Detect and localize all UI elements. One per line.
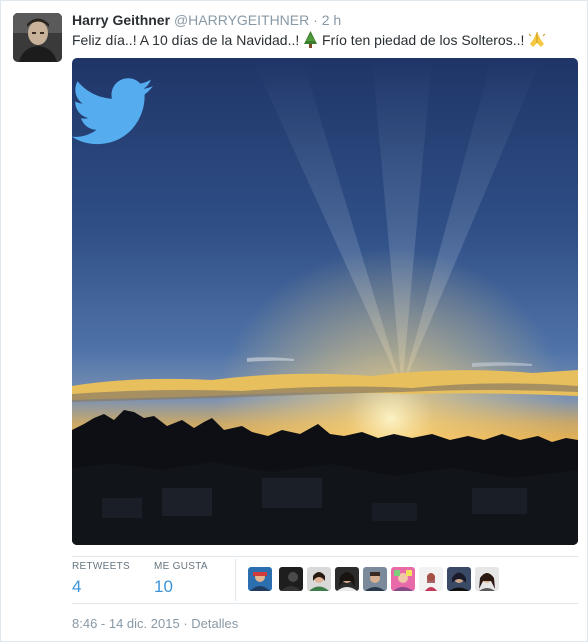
folded-hands-icon xyxy=(528,30,546,53)
tweet-stats: RETWEETS 4 ME GUSTA 10 xyxy=(72,556,578,604)
liker-avatar[interactable] xyxy=(279,567,303,591)
liker-avatar[interactable] xyxy=(307,567,331,591)
footer-separator: · xyxy=(183,616,188,631)
author-name[interactable]: Harry Geithner xyxy=(72,12,170,28)
twitter-bird-icon xyxy=(70,77,154,149)
liker-avatar[interactable] xyxy=(475,567,499,591)
tweet-text-part2: Frío ten piedad de los Solteros..! xyxy=(322,32,529,48)
liker-avatar[interactable] xyxy=(335,567,359,591)
liker-avatar[interactable] xyxy=(419,567,443,591)
liker-avatar[interactable] xyxy=(391,567,415,591)
tweet-footer: 8:46 - 14 dic. 2015 · Detalles xyxy=(72,615,238,633)
likes-count: 10 xyxy=(154,577,173,596)
retweets-stat[interactable]: RETWEETS 4 xyxy=(72,561,130,598)
header-separator: · xyxy=(313,12,318,28)
likes-label: ME GUSTA xyxy=(154,561,208,572)
author-avatar[interactable] xyxy=(13,13,62,62)
likes-stat[interactable]: ME GUSTA 10 xyxy=(154,561,208,598)
tweet-text: Feliz día..! A 10 días de la Navidad..! … xyxy=(72,30,577,53)
christmas-tree-icon xyxy=(303,31,318,53)
author-handle[interactable]: @HARRYGEITHNER xyxy=(174,12,309,28)
retweets-label: RETWEETS xyxy=(72,561,130,572)
tweet-text-part1: Feliz día..! A 10 días de la Navidad..! xyxy=(72,32,304,48)
retweets-count: 4 xyxy=(72,577,82,596)
tweet-timestamp[interactable]: 8:46 - 14 dic. 2015 xyxy=(72,616,180,631)
liker-avatar[interactable] xyxy=(363,567,387,591)
tweet-card: Harry Geithner @HARRYGEITHNER · 2 h Feli… xyxy=(0,0,588,642)
liker-avatar[interactable] xyxy=(447,567,471,591)
tweet-time[interactable]: 2 h xyxy=(322,12,341,28)
details-link[interactable]: Detalles xyxy=(191,616,238,631)
stats-divider xyxy=(235,559,236,601)
liker-avatar[interactable] xyxy=(248,567,272,591)
tweet-header: Harry Geithner @HARRYGEITHNER · 2 h xyxy=(72,11,577,29)
